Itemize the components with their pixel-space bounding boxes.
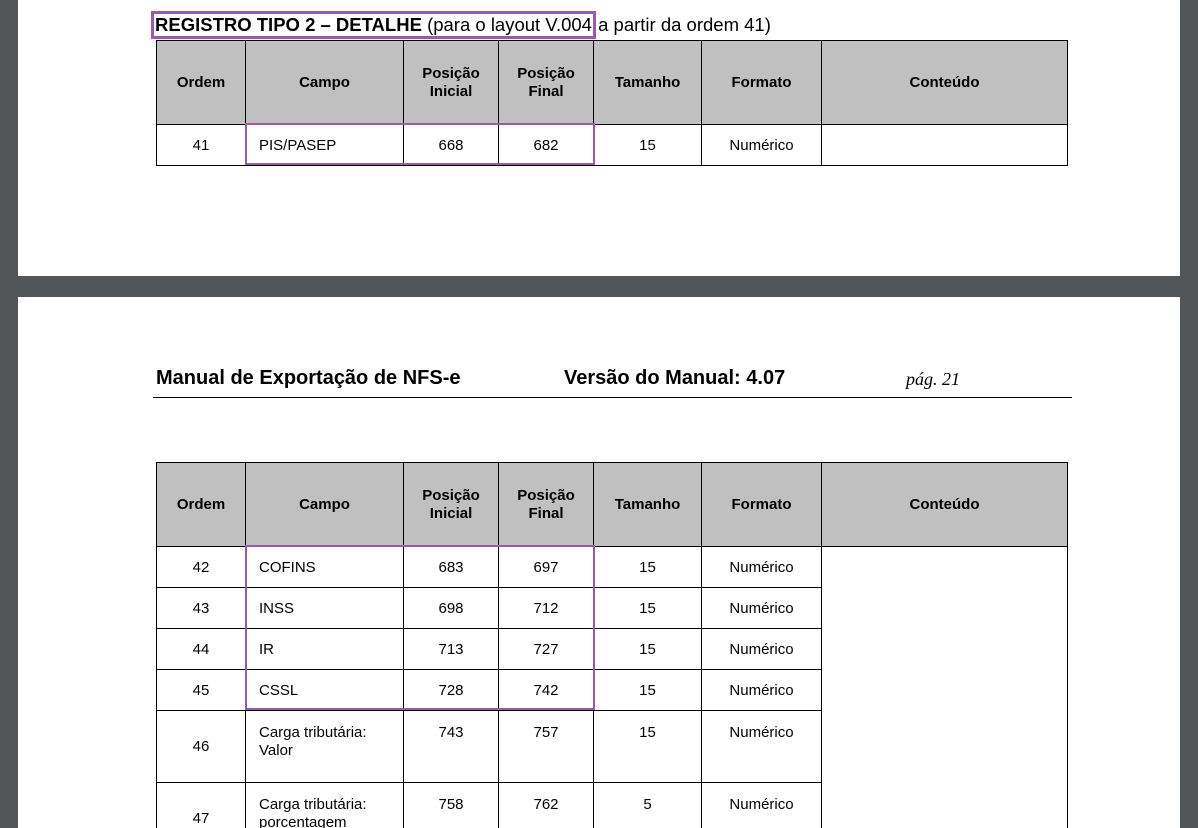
cell-ordem: 45: [156, 669, 246, 711]
cell-pos-inicial: 728: [403, 669, 499, 711]
cell-campo-line: Carga tributária:: [259, 796, 367, 813]
cell-campo: PIS/PASEP: [245, 124, 404, 166]
col-header-text: Final: [528, 82, 564, 100]
col-header-text: Posição: [422, 64, 480, 82]
cell-formato: Numérico: [701, 669, 822, 711]
cell-campo: CSSL: [245, 669, 404, 711]
col-header-text: Final: [528, 504, 564, 522]
cell-campo: COFINS: [245, 546, 404, 588]
pdf-page-top: REGISTRO TIPO 2 – DETALHE (para o layout…: [18, 0, 1180, 276]
col-header-pos-final: Posição Final: [498, 462, 594, 547]
col-header-text: Inicial: [429, 82, 473, 100]
manual-title: Manual de Exportação de NFS-e: [156, 367, 461, 389]
cell-pos-inicial: 713: [403, 628, 499, 670]
col-header-pos-inicial: Posição Inicial: [403, 40, 499, 125]
cell-campo-line: porcentagem: [259, 814, 347, 828]
cell-tamanho: 15: [593, 587, 702, 629]
table-row: 41 PIS/PASEP 668 682 15 Numérico: [156, 124, 1068, 166]
register-table-2: Ordem Campo Posição Inicial Posição Final …: [156, 462, 1068, 828]
cell-pos-inicial: 668: [403, 124, 499, 166]
cell-pos-inicial: 698: [403, 587, 499, 629]
col-header-formato: Formato: [701, 40, 822, 125]
col-header-text: Posição: [422, 486, 480, 504]
cell-formato: Numérico: [701, 628, 822, 670]
cell-campo: INSS: [245, 587, 404, 629]
heading-highlight: REGISTRO TIPO 2 – DETALHE (para o layout…: [151, 11, 596, 39]
cell-formato: Numérico: [701, 124, 822, 166]
cell-tamanho: 15: [593, 124, 702, 166]
cell-campo: Carga tributária: porcentagem: [245, 782, 404, 828]
cell-pos-final: 727: [498, 628, 594, 670]
col-header-conteudo: Conteúdo: [821, 462, 1068, 547]
col-header-campo: Campo: [245, 40, 404, 125]
manual-version: Versão do Manual: 4.07: [564, 367, 786, 389]
cell-formato: Numérico: [701, 710, 822, 783]
cell-ordem: 42: [156, 546, 246, 588]
col-header-pos-inicial: Posição Inicial: [403, 462, 499, 547]
header-rule: [153, 397, 1072, 398]
cell-ordem: 41: [156, 124, 246, 166]
heading-rest-text: a partir da ordem 41): [592, 14, 771, 35]
cell-tamanho: 15: [593, 669, 702, 711]
section-heading: REGISTRO TIPO 2 – DETALHE (para o layout…: [151, 11, 771, 39]
table-header-row: Ordem Campo Posição Inicial Posição Final …: [156, 40, 1068, 125]
cell-formato: Numérico: [701, 782, 822, 828]
table-header-row: Ordem Campo Posição Inicial Posição Final …: [156, 462, 1068, 547]
page-number: pág. 21: [906, 369, 960, 389]
cell-ordem: 47: [156, 782, 246, 828]
cell-pos-final: 762: [498, 782, 594, 828]
col-header-text: Posição: [517, 486, 575, 504]
cell-pos-inicial: 683: [403, 546, 499, 588]
col-header-pos-final: Posição Final: [498, 40, 594, 125]
cell-pos-inicial: 743: [403, 710, 499, 783]
cell-formato: Numérico: [701, 587, 822, 629]
cell-campo-line: Valor: [259, 742, 293, 759]
col-header-ordem: Ordem: [156, 40, 246, 125]
col-header-conteudo: Conteúdo: [821, 40, 1068, 125]
cell-pos-final: 742: [498, 669, 594, 711]
cell-campo: Carga tributária: Valor: [245, 710, 404, 783]
cell-tamanho: 15: [593, 546, 702, 588]
cell-tamanho: 15: [593, 710, 702, 783]
heading-paren-text: (para o layout V.004: [427, 14, 592, 35]
col-header-formato: Formato: [701, 462, 822, 547]
col-header-text: Posição: [517, 64, 575, 82]
heading-bold-text: REGISTRO TIPO 2 – DETALHE: [155, 14, 422, 35]
cell-ordem: 44: [156, 628, 246, 670]
register-table-1: Ordem Campo Posição Inicial Posição Final …: [156, 40, 1068, 166]
cell-tamanho: 5: [593, 782, 702, 828]
cell-tamanho: 15: [593, 628, 702, 670]
col-header-campo: Campo: [245, 462, 404, 547]
col-header-tamanho: Tamanho: [593, 462, 702, 547]
cell-pos-final: 712: [498, 587, 594, 629]
cell-pos-final: 697: [498, 546, 594, 588]
table-row: 42 COFINS 683 697 15 Numérico: [156, 546, 1068, 828]
cell-conteudo: [821, 546, 1068, 828]
cell-conteudo: [821, 124, 1068, 166]
cell-formato: Numérico: [701, 546, 822, 588]
cell-pos-final: 757: [498, 710, 594, 783]
cell-ordem: 43: [156, 587, 246, 629]
col-header-tamanho: Tamanho: [593, 40, 702, 125]
pdf-page-bottom: Manual de Exportação de NFS-e Versão do …: [18, 297, 1180, 828]
cell-campo: IR: [245, 628, 404, 670]
cell-pos-final: 682: [498, 124, 594, 166]
cell-pos-inicial: 758: [403, 782, 499, 828]
cell-ordem: 46: [156, 710, 246, 783]
pdf-viewer: REGISTRO TIPO 2 – DETALHE (para o layout…: [0, 0, 1198, 828]
cell-campo-line: Carga tributária:: [259, 724, 367, 741]
col-header-ordem: Ordem: [156, 462, 246, 547]
col-header-text: Inicial: [429, 504, 473, 522]
